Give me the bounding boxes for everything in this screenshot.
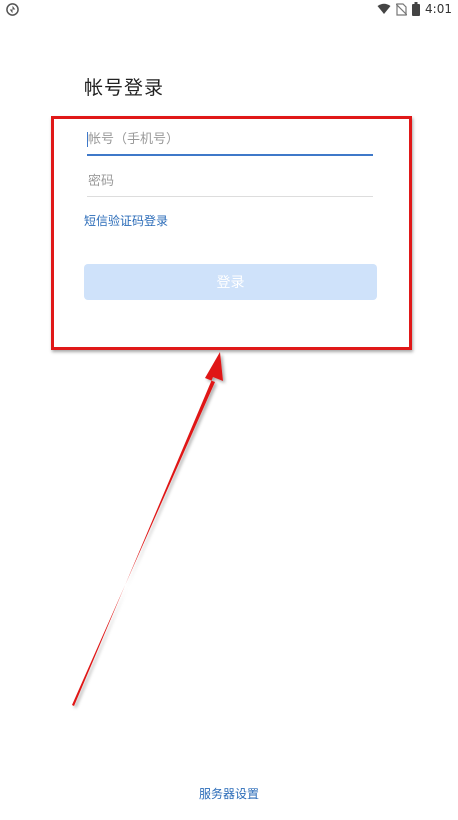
annotation-highlight-box bbox=[51, 116, 412, 350]
server-settings-link[interactable]: 服务器设置 bbox=[0, 786, 458, 802]
page-title: 帐号登录 bbox=[84, 77, 165, 99]
sync-icon bbox=[6, 3, 19, 16]
status-bar: 4:01 bbox=[0, 0, 458, 18]
status-icons: 4:01 bbox=[377, 1, 452, 17]
no-sim-icon bbox=[396, 2, 408, 16]
wifi-icon bbox=[377, 3, 391, 14]
battery-icon bbox=[412, 2, 421, 16]
status-time: 4:01 bbox=[425, 2, 452, 16]
